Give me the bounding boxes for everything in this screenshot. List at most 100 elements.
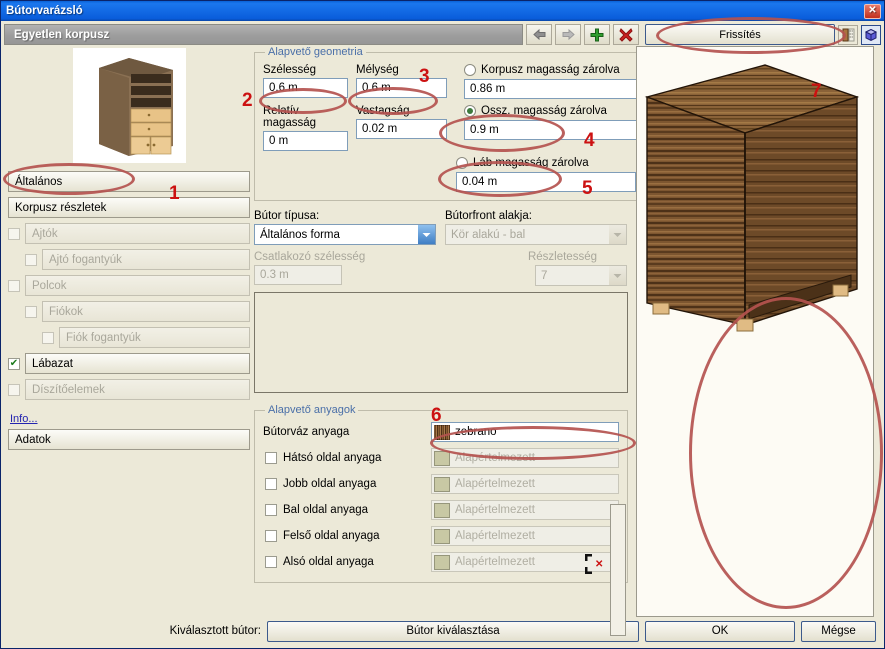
sidebar-item-ajtok[interactable]: Ajtók — [25, 223, 250, 244]
radio-lock-total-height[interactable] — [464, 105, 476, 117]
sidebar: Általános Korpusz részletek Ajtók Ajtó f… — [4, 46, 250, 617]
texture-icon[interactable] — [838, 24, 858, 45]
material-swatch-icon — [434, 502, 450, 518]
sidebar-item-label: Díszítőelemek — [32, 383, 105, 396]
step-header: Egyetlen korpusz — [4, 24, 523, 45]
lock-body-height-input[interactable]: 0.86 m — [464, 79, 644, 99]
data-button[interactable]: Adatok — [8, 429, 250, 450]
lock-total-height-input[interactable]: 0.9 m — [464, 120, 644, 140]
radio-lock-body-height[interactable] — [464, 64, 476, 76]
material-row: Jobb oldal anyaga Alapértelmezett — [263, 474, 619, 494]
top-material-label: Felső oldal anyaga — [263, 530, 431, 542]
depth-input[interactable]: 0.6 m — [356, 78, 447, 98]
info-link[interactable]: Info... — [10, 413, 38, 425]
lock-body-height-label: Korpusz magasság zárolva — [481, 64, 620, 76]
width-label: Szélesség — [263, 64, 317, 76]
sidebar-item-label: Lábazat — [32, 357, 73, 370]
checkbox-fiokok[interactable] — [25, 305, 37, 318]
sidebar-item-diszitoelemek[interactable]: Díszítőelemek — [25, 379, 250, 400]
select-furniture-button[interactable]: Bútor kiválasztása — [267, 620, 639, 642]
furniture-wizard-dialog: Bútorvarázsló ✕ Egyetlen korpusz Frissít… — [0, 0, 885, 649]
checkbox-ajto-fogantyuk[interactable] — [25, 253, 37, 266]
lock-body-height-row[interactable]: Korpusz magasság zárolva — [464, 64, 644, 76]
checkbox-diszitoelemek[interactable] — [8, 383, 20, 396]
checkbox-back-material[interactable] — [265, 452, 277, 464]
refresh-group: Frissítés — [645, 24, 881, 45]
sidebar-item-korpusz-reszletek[interactable]: Korpusz részletek — [8, 197, 250, 218]
material-label-text: Jobb oldal anyaga — [283, 478, 377, 490]
connector-row: Csatlakozó szélesség 0.3 m Részletesség … — [254, 251, 628, 286]
chevron-down-icon[interactable] — [418, 225, 435, 244]
checkbox-right-material[interactable] — [265, 478, 277, 490]
plus-icon[interactable] — [584, 24, 610, 45]
lock-leg-height-row[interactable]: Láb magasság zárolva — [456, 157, 636, 169]
data-button-label: Adatok — [15, 433, 51, 446]
material-swatch-icon — [434, 476, 450, 492]
connector-width-input[interactable]: 0.3 m — [254, 265, 342, 285]
top-material-field[interactable]: Alapértelmezett — [431, 526, 619, 546]
back-material-label: Hátsó oldal anyaga — [263, 452, 431, 464]
thickness-input[interactable]: 0.02 m — [356, 119, 447, 139]
geometry-group: Alapvető geometria Szélesség 0.6 m Mélys… — [254, 46, 653, 201]
back-material-field[interactable]: Alapértelmezett — [431, 448, 619, 468]
sidebar-item-label: Ajtók — [32, 227, 58, 240]
front-shape-select-wrap: Kör alakú - bal — [445, 224, 627, 245]
red-x-icon[interactable] — [613, 24, 639, 45]
material-row: Hátsó oldal anyaga Alapértelmezett — [263, 448, 619, 468]
close-icon[interactable]: ✕ — [864, 3, 881, 19]
type-row: Bútor típusa: Általános forma Bútorfront… — [254, 210, 628, 245]
checkbox-fiok-fogantyuk[interactable] — [42, 331, 54, 344]
cube-3d-icon[interactable] — [861, 24, 881, 45]
checkbox-labazat[interactable] — [8, 357, 20, 370]
lock-leg-height-input[interactable]: 0.04 m — [456, 172, 636, 192]
materials-legend: Alapvető anyagok — [268, 404, 356, 416]
checkbox-bottom-material[interactable] — [265, 556, 277, 568]
frame-material-field[interactable]: zebrano — [431, 422, 619, 442]
ok-button[interactable]: OK — [645, 620, 795, 642]
checkbox-top-material[interactable] — [265, 530, 277, 542]
sidebar-item-altalanos[interactable]: Általános — [8, 171, 250, 192]
checkbox-polcok[interactable] — [8, 279, 20, 292]
left-material-field[interactable]: Alapértelmezett — [431, 500, 619, 520]
relative-height-label: Relatív magasság — [263, 105, 317, 129]
sidebar-item-ajto-fogantyuk[interactable]: Ajtó fogantyúk — [42, 249, 250, 270]
sidebar-row-polcok: Polcok — [8, 275, 250, 296]
chevron-down-icon[interactable] — [609, 266, 626, 285]
detail-label: Részletesség — [527, 251, 597, 263]
arrow-right-icon[interactable] — [555, 24, 581, 45]
lock-total-height-row[interactable]: Ossz. magasság zárolva — [464, 105, 644, 117]
material-label-text: Bal oldal anyaga — [283, 504, 369, 516]
sidebar-item-fiokok[interactable]: Fiókok — [42, 301, 250, 322]
left-material-label: Bal oldal anyaga — [263, 504, 431, 516]
sidebar-row-ajto-fogantyuk: Ajtó fogantyúk — [25, 249, 250, 270]
sidebar-row-fiok-fogantyuk: Fiók fogantyúk — [42, 327, 250, 348]
sidebar-item-label: Fiók fogantyúk — [66, 331, 141, 344]
furniture-type-select[interactable]: Általános forma — [254, 224, 436, 245]
radio-lock-leg-height[interactable] — [456, 157, 468, 169]
chevron-down-icon[interactable] — [609, 225, 626, 244]
sidebar-item-label: Fiókok — [49, 305, 83, 318]
front-shape-select[interactable]: Kör alakú - bal — [445, 224, 627, 245]
sidebar-item-labazat[interactable]: Lábazat — [25, 353, 250, 374]
sidebar-item-label: Polcok — [32, 279, 67, 292]
arrow-left-icon[interactable] — [526, 24, 552, 45]
selected-furniture-label: Kiválasztott bútor: — [169, 625, 261, 637]
sidebar-item-label: Korpusz részletek — [15, 201, 107, 214]
sidebar-item-fiok-fogantyuk[interactable]: Fiók fogantyúk — [59, 327, 250, 348]
details-listbox[interactable] — [254, 292, 628, 393]
dialog-footer: Kiválasztott bútor: Bútor kiválasztása O… — [1, 617, 884, 645]
materials-scrollbar[interactable] — [610, 504, 626, 636]
checkbox-left-material[interactable] — [265, 504, 277, 516]
relative-height-input[interactable]: 0 m — [263, 131, 348, 151]
checkbox-ajtok[interactable] — [8, 227, 20, 240]
furniture-3d-preview[interactable] — [636, 46, 874, 617]
sidebar-item-polcok[interactable]: Polcok — [25, 275, 250, 296]
clear-selection-icon[interactable]: ✕ — [582, 551, 604, 577]
material-value-text: Alapértelmezett — [455, 478, 535, 490]
width-input[interactable]: 0.6 m — [263, 78, 348, 98]
right-material-field[interactable]: Alapértelmezett — [431, 474, 619, 494]
refresh-button[interactable]: Frissítés — [645, 24, 835, 45]
cancel-button[interactable]: Mégse — [801, 620, 876, 642]
material-value-text: Alapértelmezett — [455, 452, 535, 464]
bottom-material-label: Alsó oldal anyaga — [263, 556, 431, 568]
